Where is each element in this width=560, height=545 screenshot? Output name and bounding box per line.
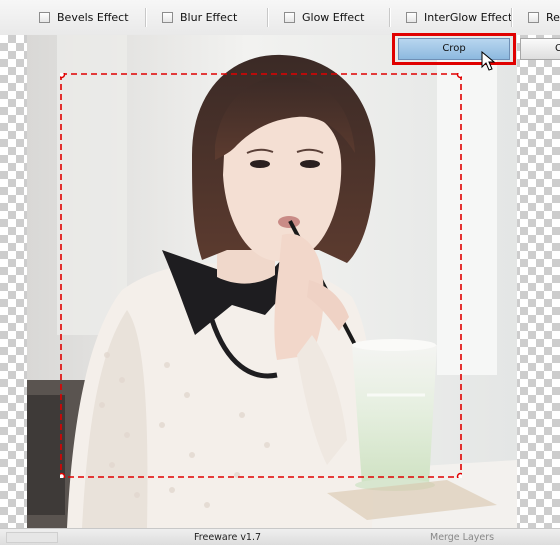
- bevels-effect-checkbox[interactable]: Bevels Effect: [39, 9, 129, 25]
- interglow-effect-checkbox[interactable]: InterGlow Effect: [406, 9, 512, 25]
- checkbox-box[interactable]: [284, 11, 295, 23]
- blur-effect-checkbox[interactable]: Blur Effect: [162, 9, 237, 25]
- toolbar-divider: [511, 8, 512, 27]
- toolbar-divider: [389, 8, 390, 27]
- checkbox-box[interactable]: [406, 11, 417, 23]
- merge-layers-button[interactable]: Merge Layers: [430, 532, 494, 543]
- checkbox-box[interactable]: [528, 11, 539, 23]
- toolbar-divider: [267, 8, 268, 27]
- reflection-effect-label: Refl: [546, 10, 560, 24]
- glow-effect-label: Glow Effect: [302, 10, 365, 24]
- checkbox-box[interactable]: [39, 11, 50, 23]
- glow-effect-checkbox[interactable]: Glow Effect: [284, 9, 364, 25]
- blur-effect-label: Blur Effect: [180, 10, 238, 24]
- crop-handle-bottom-left[interactable]: [60, 472, 66, 479]
- version-label: Freeware v1.7: [194, 532, 262, 543]
- image-canvas[interactable]: [0, 35, 560, 528]
- effects-toolbar: Bevels Effect Blur Effect Glow Effect In…: [0, 0, 560, 36]
- bevels-effect-label: Bevels Effect: [57, 10, 129, 24]
- crop-selection[interactable]: [60, 73, 462, 478]
- mouse-cursor-icon: [481, 51, 495, 71]
- secondary-button[interactable]: C: [520, 38, 560, 60]
- checkbox-box[interactable]: [162, 11, 173, 23]
- status-progress: [6, 532, 58, 543]
- interglow-effect-label: InterGlow Effect: [424, 10, 513, 24]
- crop-handle-bottom-right[interactable]: [456, 472, 463, 479]
- crop-handle-top-right[interactable]: [456, 73, 463, 79]
- toolbar-divider: [145, 8, 146, 27]
- reflection-effect-checkbox[interactable]: Refl: [528, 9, 560, 25]
- crop-handle-top-left[interactable]: [60, 73, 66, 79]
- status-bar: Freeware v1.7 Merge Layers: [0, 528, 560, 545]
